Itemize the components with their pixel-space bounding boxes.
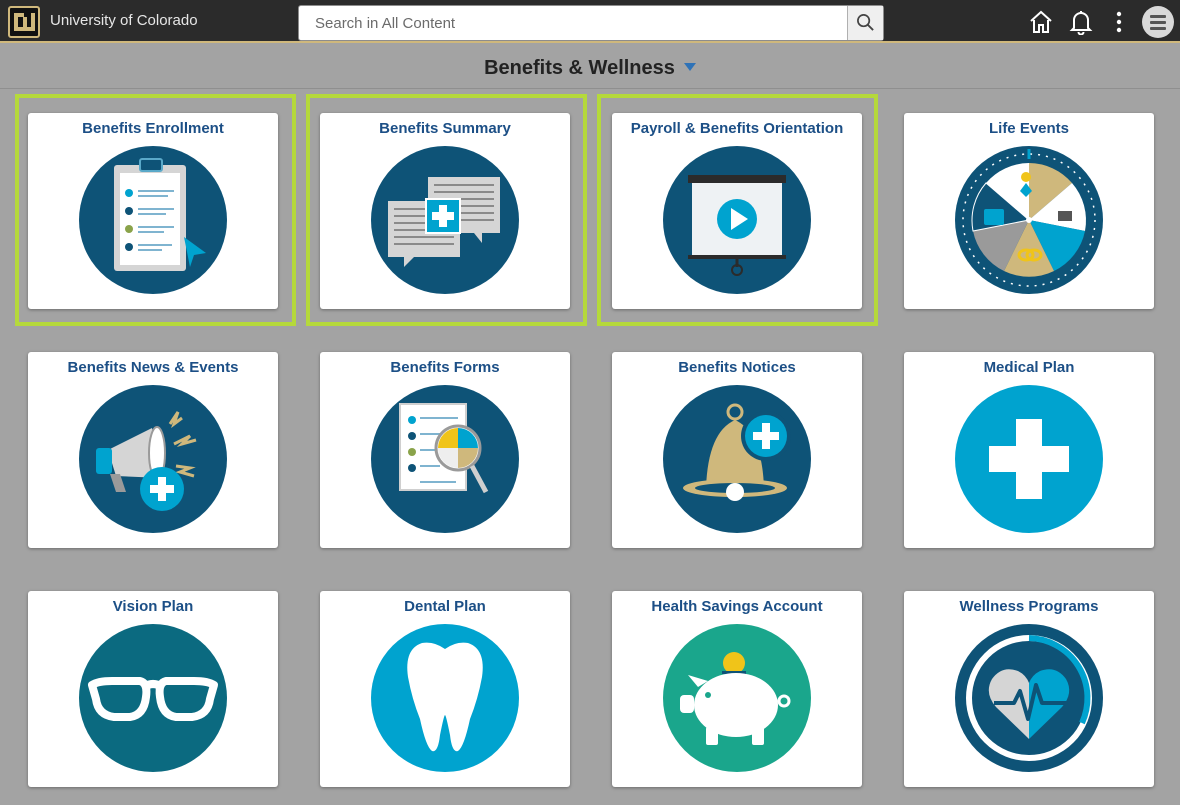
search-input[interactable] bbox=[299, 6, 847, 40]
cu-logo-icon[interactable] bbox=[8, 6, 40, 38]
page-title-dropdown[interactable]: Benefits & Wellness bbox=[0, 57, 1180, 80]
heart-pulse-icon bbox=[955, 624, 1103, 772]
page-title: Benefits & Wellness bbox=[484, 57, 675, 79]
tile-label: Benefits Summary bbox=[379, 120, 511, 137]
chat-bubbles-icon bbox=[371, 146, 519, 294]
megaphone-icon bbox=[79, 385, 227, 533]
tile-payroll-benefits-orientation[interactable]: Payroll & Benefits Orientation bbox=[612, 113, 862, 309]
page-title-bar: Benefits & Wellness bbox=[0, 45, 1180, 89]
tile-benefits-enrollment[interactable]: Benefits Enrollment bbox=[28, 113, 278, 309]
search-box bbox=[298, 5, 884, 41]
tile-label: Benefits Notices bbox=[678, 359, 796, 376]
tile-label: Benefits News & Events bbox=[67, 359, 239, 376]
medical-cross-icon bbox=[955, 385, 1103, 533]
tooth-icon bbox=[371, 624, 519, 772]
clipboard-icon bbox=[79, 146, 227, 294]
tile-label: Benefits Forms bbox=[390, 359, 500, 376]
tile-health-savings-account[interactable]: Health Savings Account bbox=[612, 591, 862, 787]
tile-label: Payroll & Benefits Orientation bbox=[630, 120, 844, 137]
tile-vision-plan[interactable]: Vision Plan bbox=[28, 591, 278, 787]
forms-magnifier-icon bbox=[371, 385, 519, 533]
org-name[interactable]: University of Colorado bbox=[50, 12, 198, 29]
tile-label: Life Events bbox=[988, 120, 1070, 137]
home-icon[interactable] bbox=[1028, 9, 1054, 35]
tile-medical-plan[interactable]: Medical Plan bbox=[904, 352, 1154, 548]
tile-benefits-notices[interactable]: Benefits Notices bbox=[612, 352, 862, 548]
top-navigation-bar: University of Colorado bbox=[0, 0, 1180, 43]
search-icon bbox=[857, 14, 874, 31]
glasses-icon bbox=[79, 624, 227, 772]
tile-label: Wellness Programs bbox=[959, 598, 1099, 615]
more-options-icon[interactable] bbox=[1106, 9, 1132, 35]
tile-wellness-programs[interactable]: Wellness Programs bbox=[904, 591, 1154, 787]
tile-benefits-summary[interactable]: Benefits Summary bbox=[320, 113, 570, 309]
tile-benefits-forms[interactable]: Benefits Forms bbox=[320, 352, 570, 548]
bell-icon bbox=[663, 385, 811, 533]
tile-label: Medical Plan bbox=[983, 359, 1075, 376]
navbar-menu-button[interactable] bbox=[1142, 6, 1174, 38]
tile-benefits-news-events[interactable]: Benefits News & Events bbox=[28, 352, 278, 548]
tile-label: Benefits Enrollment bbox=[82, 120, 224, 137]
tile-dental-plan[interactable]: Dental Plan bbox=[320, 591, 570, 787]
search-button[interactable] bbox=[847, 6, 883, 40]
tile-life-events[interactable]: Life Events bbox=[904, 113, 1154, 309]
life-events-wheel-icon bbox=[955, 146, 1103, 294]
piggy-bank-icon bbox=[663, 624, 811, 772]
tile-label: Dental Plan bbox=[404, 598, 486, 615]
chevron-down-icon[interactable] bbox=[683, 62, 696, 71]
presentation-video-icon bbox=[663, 146, 811, 294]
tile-label: Vision Plan bbox=[112, 598, 194, 615]
hamburger-icon bbox=[1150, 15, 1166, 18]
notification-bell-icon[interactable] bbox=[1068, 9, 1094, 35]
tile-label: Health Savings Account bbox=[651, 598, 823, 615]
